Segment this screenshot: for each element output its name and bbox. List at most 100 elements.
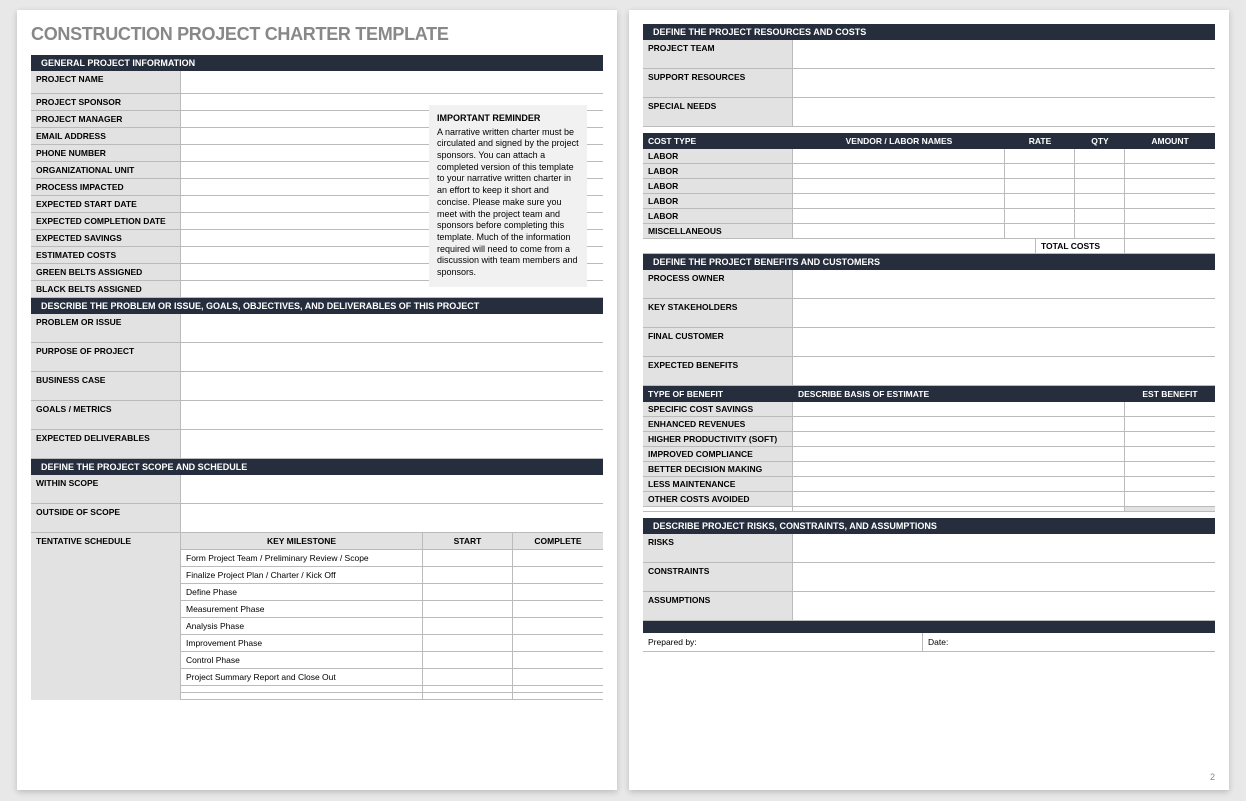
benefit-basis[interactable] xyxy=(793,462,1125,476)
cost-amount[interactable] xyxy=(1125,149,1215,163)
cost-qty[interactable] xyxy=(1075,209,1125,223)
milestone-complete[interactable] xyxy=(513,686,603,692)
cost-vendor[interactable] xyxy=(793,149,1005,163)
milestone-complete[interactable] xyxy=(513,652,603,668)
cost-rate[interactable] xyxy=(1005,179,1075,193)
milestone-complete[interactable] xyxy=(513,693,603,699)
cost-qty[interactable] xyxy=(1075,179,1125,193)
field-value[interactable] xyxy=(793,563,1215,591)
field-value[interactable] xyxy=(793,69,1215,97)
milestone-start[interactable] xyxy=(423,601,513,617)
benefit-basis[interactable] xyxy=(793,402,1125,416)
cost-qty[interactable] xyxy=(1075,149,1125,163)
field-label: WITHIN SCOPE xyxy=(31,475,181,503)
field-value[interactable] xyxy=(793,40,1215,68)
milestone-complete[interactable] xyxy=(513,669,603,685)
field-value[interactable] xyxy=(181,372,603,400)
field-value[interactable] xyxy=(793,98,1215,126)
milestone-start[interactable] xyxy=(423,686,513,692)
milestone-start[interactable] xyxy=(423,618,513,634)
date-label[interactable]: Date: xyxy=(923,633,1215,651)
field-label: EMAIL ADDRESS xyxy=(31,128,181,144)
cost-amount[interactable] xyxy=(1125,194,1215,208)
milestone-name[interactable]: Analysis Phase xyxy=(181,618,423,634)
cost-rate[interactable] xyxy=(1005,164,1075,178)
benefit-est[interactable] xyxy=(1125,477,1215,491)
milestone-complete[interactable] xyxy=(513,567,603,583)
milestone-start[interactable] xyxy=(423,669,513,685)
cost-row: MISCELLANEOUS xyxy=(643,224,1215,239)
benefit-basis[interactable] xyxy=(793,477,1125,491)
benefit-est[interactable] xyxy=(1125,432,1215,446)
milestone-start[interactable] xyxy=(423,584,513,600)
benefit-row: LESS MAINTENANCE xyxy=(643,477,1215,492)
prepared-by-label[interactable]: Prepared by: xyxy=(643,633,923,651)
field-value[interactable] xyxy=(181,504,603,532)
benefit-basis[interactable] xyxy=(793,417,1125,431)
benefit-type: HIGHER PRODUCTIVITY (SOFT) xyxy=(643,432,793,446)
cost-vendor[interactable] xyxy=(793,179,1005,193)
cost-qty[interactable] xyxy=(1075,224,1125,238)
field-value[interactable] xyxy=(181,475,603,503)
benefit-est[interactable] xyxy=(1125,492,1215,506)
field-value[interactable] xyxy=(181,430,603,458)
cost-amount[interactable] xyxy=(1125,209,1215,223)
milestone-name[interactable]: Control Phase xyxy=(181,652,423,668)
milestone-name[interactable] xyxy=(181,693,423,699)
milestone-name[interactable] xyxy=(181,686,423,692)
cost-amount[interactable] xyxy=(1125,164,1215,178)
field-value[interactable] xyxy=(181,314,603,342)
field-value[interactable] xyxy=(181,71,603,93)
field-value[interactable] xyxy=(181,401,603,429)
milestone-complete[interactable] xyxy=(513,584,603,600)
benefit-est[interactable] xyxy=(1125,447,1215,461)
milestone-name[interactable]: Define Phase xyxy=(181,584,423,600)
milestone-complete[interactable] xyxy=(513,601,603,617)
cost-amount[interactable] xyxy=(1125,224,1215,238)
benefit-basis[interactable] xyxy=(793,447,1125,461)
benefit-basis[interactable] xyxy=(793,432,1125,446)
benefit-basis[interactable] xyxy=(793,492,1125,506)
milestone-row: Project Summary Report and Close Out xyxy=(181,669,603,686)
field-label: SUPPORT RESOURCES xyxy=(643,69,793,97)
field-value[interactable] xyxy=(793,328,1215,356)
milestone-start[interactable] xyxy=(423,567,513,583)
field-label: FINAL CUSTOMER xyxy=(643,328,793,356)
benefit-est[interactable] xyxy=(1125,402,1215,416)
benefit-info-fields: PROCESS OWNER KEY STAKEHOLDERS FINAL CUS… xyxy=(643,270,1215,386)
cost-rate[interactable] xyxy=(1005,224,1075,238)
cost-vendor[interactable] xyxy=(793,224,1005,238)
field-value[interactable] xyxy=(793,270,1215,298)
field-label: SPECIAL NEEDS xyxy=(643,98,793,126)
cost-rate[interactable] xyxy=(1005,149,1075,163)
milestone-complete[interactable] xyxy=(513,635,603,651)
milestone-name[interactable]: Form Project Team / Preliminary Review /… xyxy=(181,550,423,566)
field-value[interactable] xyxy=(181,343,603,371)
cost-col-amount: AMOUNT xyxy=(1125,133,1215,149)
field-value[interactable] xyxy=(793,592,1215,620)
milestone-start[interactable] xyxy=(423,635,513,651)
milestone-name[interactable]: Improvement Phase xyxy=(181,635,423,651)
total-costs-value[interactable] xyxy=(1125,239,1215,253)
benefit-est[interactable] xyxy=(1125,417,1215,431)
cost-qty[interactable] xyxy=(1075,164,1125,178)
field-value[interactable] xyxy=(793,534,1215,562)
benefit-est[interactable] xyxy=(1125,462,1215,476)
milestone-complete[interactable] xyxy=(513,618,603,634)
cost-amount[interactable] xyxy=(1125,179,1215,193)
milestone-name[interactable]: Finalize Project Plan / Charter / Kick O… xyxy=(181,567,423,583)
cost-qty[interactable] xyxy=(1075,194,1125,208)
milestone-name[interactable]: Measurement Phase xyxy=(181,601,423,617)
cost-vendor[interactable] xyxy=(793,194,1005,208)
cost-rate[interactable] xyxy=(1005,209,1075,223)
cost-rate[interactable] xyxy=(1005,194,1075,208)
cost-vendor[interactable] xyxy=(793,164,1005,178)
field-value[interactable] xyxy=(793,299,1215,327)
milestone-start[interactable] xyxy=(423,693,513,699)
milestone-start[interactable] xyxy=(423,652,513,668)
milestone-start[interactable] xyxy=(423,550,513,566)
milestone-name[interactable]: Project Summary Report and Close Out xyxy=(181,669,423,685)
milestone-complete[interactable] xyxy=(513,550,603,566)
field-value[interactable] xyxy=(793,357,1215,385)
cost-vendor[interactable] xyxy=(793,209,1005,223)
